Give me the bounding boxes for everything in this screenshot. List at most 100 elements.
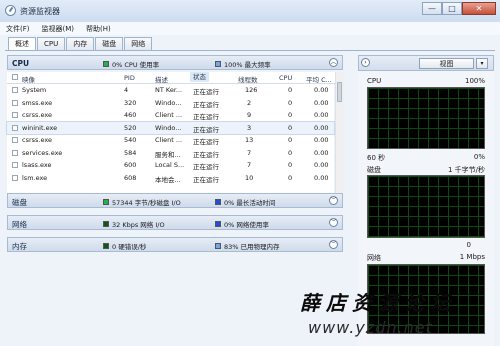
minimize-button[interactable]: —	[422, 2, 442, 15]
col-status[interactable]: 状态	[190, 72, 209, 82]
cell-threads: 7	[247, 161, 252, 169]
blue-swatch-icon	[215, 199, 221, 205]
table-row[interactable]: lsass.exe 600 Local S... 正在运行 7 0 0.00	[7, 159, 334, 172]
chevron-right-icon[interactable]: ›	[361, 58, 370, 67]
cell-description: Client ...	[155, 136, 183, 144]
col-description[interactable]: 描述	[155, 74, 168, 84]
table-row[interactable]: lsm.exe 608 本地会... 正在运行 10 0 0.00	[7, 172, 334, 185]
cell-cpu: 0	[288, 136, 293, 144]
cell-image: csrss.exe	[22, 136, 53, 144]
table-row[interactable]: csrss.exe 460 Client ... 正在运行 9 0 0.00	[7, 109, 334, 122]
row-checkbox[interactable]	[12, 137, 18, 143]
col-average-cpu[interactable]: 平均 C...	[306, 74, 332, 84]
cell-image: lsass.exe	[22, 161, 52, 169]
cell-pid: 600	[124, 161, 137, 169]
row-checkbox[interactable]	[12, 174, 18, 181]
tab-bar: 概述 CPU 内存 磁盘 网络	[8, 37, 153, 51]
cpu-table-header: 映像 PID 描述 状态 线程数 CPU 平均 C...	[7, 72, 343, 84]
cell-cpu: 0	[288, 161, 293, 169]
close-button[interactable]: ✕	[462, 2, 496, 15]
chevron-down-icon[interactable]: ﹀	[329, 218, 338, 227]
tab-overview[interactable]: 概述	[8, 37, 36, 51]
row-checkbox[interactable]	[12, 87, 18, 93]
disk-graph	[367, 175, 485, 238]
row-checkbox[interactable]	[12, 124, 18, 131]
light-blue-swatch-icon	[215, 243, 221, 249]
table-row[interactable]: smss.exe 320 Windo... 正在运行 2 0 0.00	[7, 97, 334, 110]
row-checkbox[interactable]	[12, 162, 18, 168]
tab-cpu[interactable]: CPU	[37, 37, 66, 50]
memory-section-header[interactable]: 内存 0 硬错误/秒 83% 已用物理内存 ﹀	[7, 237, 343, 252]
col-cpu[interactable]: CPU	[279, 74, 292, 82]
maximize-button[interactable]: □	[442, 2, 462, 15]
cpu-usage-label: 0% CPU 使用率	[112, 61, 160, 69]
disk-section-header[interactable]: 磁盘 57344 字节/秒磁盘 I/O 0% 最长活动时间 ﹀	[7, 193, 343, 208]
cell-pid: 460	[124, 111, 137, 119]
cell-image: services.exe	[22, 148, 63, 157]
row-checkbox[interactable]	[12, 149, 18, 156]
cell-image: csrss.exe	[22, 111, 53, 119]
cell-pid: 540	[124, 136, 137, 144]
cpu-section-title: CPU	[12, 59, 30, 68]
cpu-frequency-label: 100% 最大频率	[224, 61, 271, 69]
window-title: 资源监视器	[20, 7, 60, 16]
memory-faults-label: 0 硬错误/秒	[112, 243, 147, 251]
col-threads[interactable]: 线程数	[238, 74, 258, 84]
network-io-stat: 32 Kbps 网络 I/O	[103, 219, 165, 229]
menu-monitor[interactable]: 监视器(M)	[36, 22, 81, 35]
watermark-title: 薛店资源论坛	[300, 291, 456, 315]
table-row[interactable]: services.exe 584 服务和... 正在运行 7 0 0.00	[7, 147, 334, 160]
network-graph-max: 1 Mbps	[459, 253, 485, 261]
cell-average-cpu: 0.00	[314, 123, 329, 132]
tab-disk[interactable]: 磁盘	[95, 37, 124, 50]
disk-io-stat: 57344 字节/秒磁盘 I/O	[103, 197, 181, 207]
cell-status: 正在运行	[193, 125, 219, 134]
network-graph-title: 网络	[367, 254, 381, 262]
col-pid[interactable]: PID	[124, 74, 135, 82]
cell-threads: 13	[245, 136, 254, 144]
network-section-header[interactable]: 网络 32 Kbps 网络 I/O 0% 网络使用率 ﹀	[7, 215, 343, 230]
watermark-url: www.yzdn.net	[308, 318, 433, 337]
cell-average-cpu: 0.00	[314, 98, 329, 107]
cpu-table-scrollbar[interactable]	[335, 72, 344, 199]
disk-section-title: 磁盘	[12, 198, 27, 207]
tab-memory[interactable]: 内存	[66, 37, 95, 50]
cell-description: 本地会...	[155, 175, 181, 184]
table-row[interactable]: wininit.exe 520 Windo... 正在运行 3 0 0.00	[6, 120, 335, 135]
cell-threads: 9	[247, 111, 252, 119]
cell-threads: 3	[247, 123, 252, 132]
menu-bar: 文件(F) 监视器(M) 帮助(H)	[0, 22, 500, 35]
view-dropdown-icon[interactable]: ▾	[476, 58, 488, 69]
cell-threads: 2	[247, 98, 252, 107]
cell-description: Windo...	[155, 123, 182, 132]
cell-cpu: 0	[288, 148, 293, 157]
cell-cpu: 0	[288, 111, 293, 119]
dark-green-swatch-icon	[103, 243, 109, 249]
chevron-up-icon[interactable]: ︿	[329, 58, 338, 67]
resource-monitor-window: 资源监视器 — □ ✕ 文件(F) 监视器(M) 帮助(H) 概述 CPU 内存…	[0, 0, 500, 346]
cell-average-cpu: 0.00	[314, 173, 329, 182]
cell-average-cpu: 0.00	[314, 86, 329, 94]
cell-status: 正在运行	[193, 100, 219, 109]
cell-pid: 520	[124, 123, 137, 132]
select-all-checkbox[interactable]	[12, 74, 18, 80]
memory-used-stat: 83% 已用物理内存	[215, 241, 280, 251]
table-row[interactable]: csrss.exe 540 Client ... 正在运行 13 0 0.00	[7, 134, 334, 147]
row-checkbox[interactable]	[12, 99, 18, 106]
col-image[interactable]: 映像	[22, 74, 35, 84]
cell-status: 正在运行	[193, 88, 219, 96]
cpu-section-header[interactable]: CPU 0% CPU 使用率 100% 最大频率 ︿	[7, 55, 343, 70]
row-checkbox[interactable]	[12, 112, 18, 118]
dark-green-swatch-icon	[103, 221, 109, 227]
menu-help[interactable]: 帮助(H)	[80, 22, 117, 35]
chevron-down-icon[interactable]: ﹀	[329, 240, 338, 249]
cell-threads: 7	[247, 148, 252, 157]
cell-cpu: 0	[288, 86, 293, 94]
tab-network[interactable]: 网络	[124, 37, 153, 50]
cell-image: System	[22, 86, 47, 94]
chevron-down-icon[interactable]: ﹀	[329, 196, 338, 205]
scrollbar-thumb[interactable]	[337, 82, 342, 102]
menu-file[interactable]: 文件(F)	[0, 22, 36, 35]
table-row[interactable]: System 4 NT Ker... 正在运行 126 0 0.00	[7, 84, 334, 97]
view-button[interactable]: 视图	[419, 58, 474, 69]
